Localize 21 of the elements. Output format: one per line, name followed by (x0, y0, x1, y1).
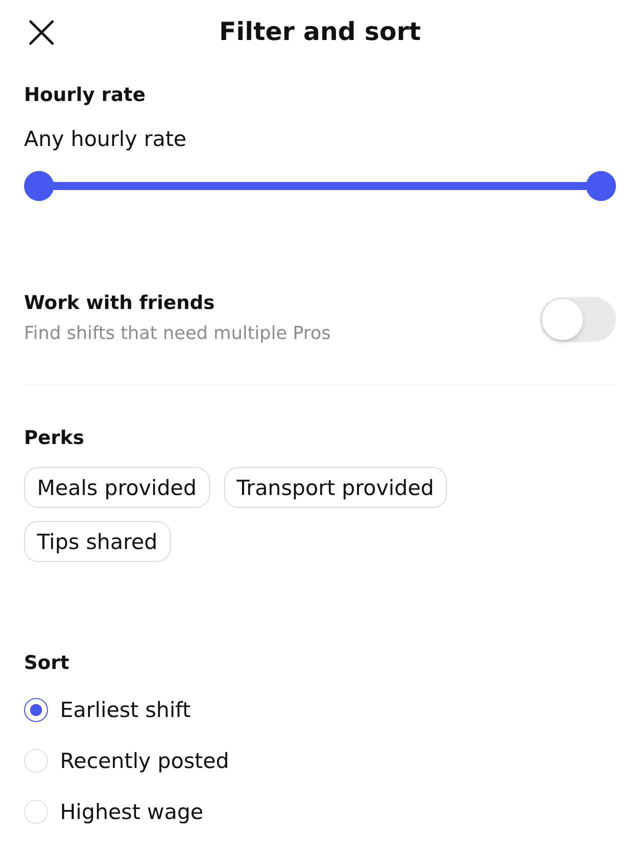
hourly-rate-value: Any hourly rate (24, 126, 188, 152)
radio-button[interactable] (24, 698, 48, 722)
section-heading: Hourly rate (24, 83, 147, 107)
screen-title: Filter and sort (218, 17, 422, 47)
toggle-switch[interactable] (540, 297, 616, 342)
close-icon (28, 20, 54, 44)
sort-option[interactable]: Recently posted (24, 748, 230, 774)
perk-chip[interactable]: Transport provided (224, 467, 447, 508)
perk-chip[interactable]: Tips shared (24, 521, 171, 562)
setting-title: Work with friends (24, 291, 216, 315)
setting-description: Find shifts that need multiple Pros (24, 323, 331, 345)
slider-track[interactable] (24, 171, 616, 201)
sort-option[interactable]: Highest wage (24, 799, 204, 825)
switch-knob (542, 299, 583, 340)
section-heading: Perks (24, 426, 86, 450)
section-heading: Sort (24, 651, 70, 675)
slider-thumb[interactable] (586, 171, 616, 201)
perk-chip[interactable]: Meals provided (24, 467, 210, 508)
slider-thumb[interactable] (24, 171, 54, 201)
close-button[interactable] (28, 19, 54, 45)
sort-option[interactable]: Earliest shift (24, 697, 191, 723)
